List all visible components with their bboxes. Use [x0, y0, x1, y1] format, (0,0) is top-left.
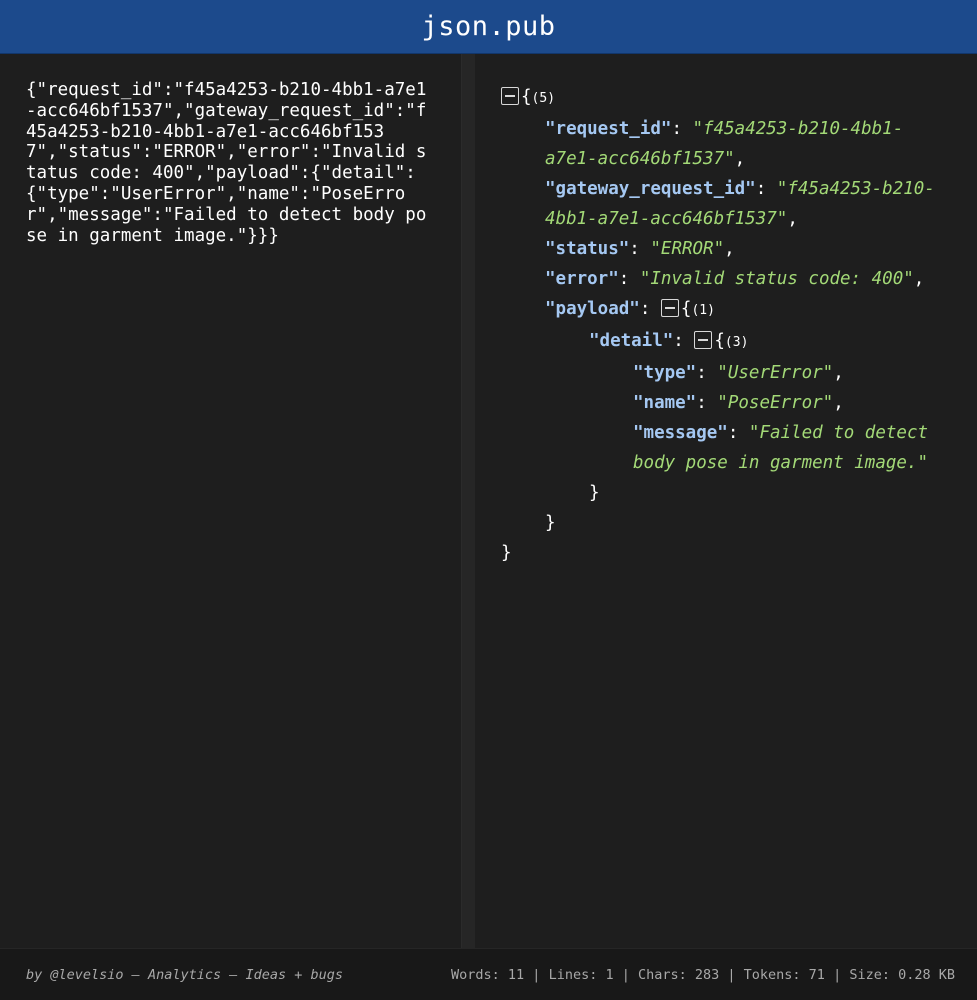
detail-brace: { — [714, 331, 725, 351]
collapse-detail-icon[interactable] — [694, 331, 713, 349]
key-message: "message" — [633, 423, 728, 443]
key-request-id: "request_id" — [545, 119, 672, 139]
footer-credits: by @levelsio – Analytics – Ideas + bugs — [26, 967, 343, 983]
stat-separator: | — [824, 966, 850, 983]
ideas-bugs-link[interactable]: Ideas + bugs — [245, 967, 343, 983]
root-brace: { — [521, 87, 532, 107]
json-input-pane — [0, 54, 462, 948]
stat-words: Words: 11 — [451, 966, 525, 983]
json-tree: {(5) "request_id": "f45a4253-b210-4bb1-a… — [501, 82, 951, 568]
footer-stats: Words: 11 | Lines: 1 | Chars: 283 | Toke… — [451, 967, 955, 983]
json-input[interactable] — [26, 80, 436, 920]
tree-row-request-id: "request_id": "f45a4253-b210-4bb1-a7e1-a… — [545, 119, 904, 169]
status-bar: by @levelsio – Analytics – Ideas + bugs … — [0, 948, 977, 1000]
credits-separator: – — [123, 966, 148, 983]
app-title: json.pub — [421, 11, 556, 42]
collapse-root-icon[interactable] — [501, 87, 519, 105]
payload-close-brace: } — [545, 513, 556, 533]
key-status: "status" — [545, 239, 630, 259]
json-tree-pane: {(5) "request_id": "f45a4253-b210-4bb1-a… — [475, 54, 977, 948]
stat-separator: | — [719, 966, 744, 983]
stat-size: Size: 0.28 KB — [849, 966, 955, 983]
detail-count: (3) — [724, 335, 749, 350]
stat-separator: | — [524, 966, 549, 983]
collapse-payload-icon[interactable] — [660, 299, 679, 317]
tree-row-name: "name": "PoseError", — [633, 393, 844, 413]
key-gateway-request-id: "gateway_request_id" — [545, 179, 756, 199]
root-count: (5) — [531, 91, 556, 106]
author-link[interactable]: by @levelsio — [26, 967, 124, 983]
credits-separator: – — [221, 966, 246, 983]
key-error: "error" — [545, 269, 619, 289]
payload-count: (1) — [691, 303, 715, 318]
value-error: "Invalid status code: 400" — [639, 269, 914, 289]
tree-row-detail: "detail": {(3) — [589, 331, 749, 351]
tree-row-payload: "payload": {(1) — [545, 299, 715, 319]
value-status: "ERROR" — [650, 239, 725, 259]
tree-row-type: "type": "UserError", — [633, 363, 844, 383]
tree-row-message: "message": "Failed to detect body pose i… — [633, 423, 939, 473]
key-payload: "payload" — [545, 299, 640, 319]
tree-root-line: {(5) — [501, 82, 951, 114]
stat-tokens: Tokens: 71 — [743, 966, 825, 983]
root-close-brace: } — [501, 543, 512, 563]
payload-brace: { — [680, 299, 692, 319]
tree-row-gateway-request-id: "gateway_request_id": "f45a4253-b210-4bb… — [545, 179, 935, 229]
pane-divider[interactable] — [462, 54, 475, 948]
stat-lines: Lines: 1 — [548, 966, 614, 983]
value-type: "UserError" — [717, 363, 834, 383]
analytics-link[interactable]: Analytics — [148, 967, 221, 983]
title-bar: json.pub — [0, 0, 977, 54]
value-name: "PoseError" — [717, 393, 834, 413]
tree-row-status: "status": "ERROR", — [545, 239, 735, 259]
detail-close-brace: } — [589, 483, 600, 503]
key-detail: "detail" — [589, 331, 674, 351]
tree-row-error: "error": "Invalid status code: 400", — [545, 269, 925, 289]
key-name: "name" — [633, 393, 697, 413]
stat-separator: | — [613, 966, 638, 983]
key-type: "type" — [633, 363, 697, 383]
stat-chars: Chars: 283 — [637, 966, 720, 983]
